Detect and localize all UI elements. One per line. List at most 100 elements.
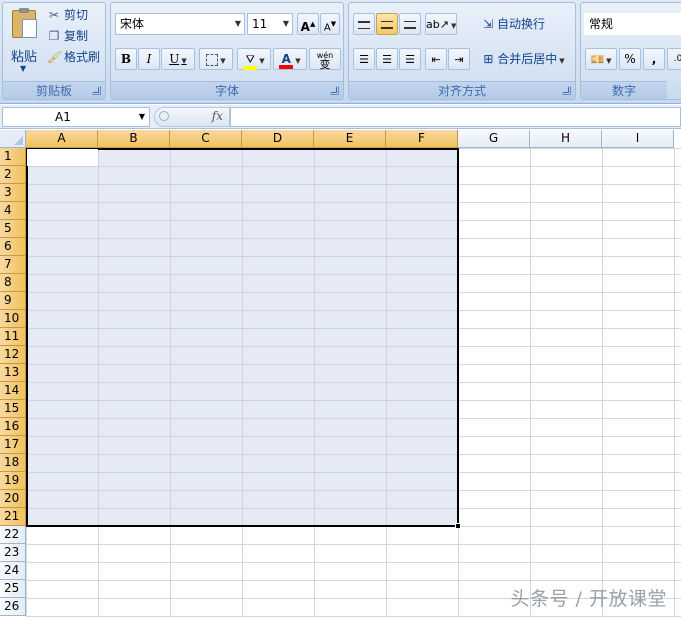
- column-header-b[interactable]: B: [98, 130, 170, 148]
- selected-range[interactable]: [26, 148, 459, 527]
- merge-center-button[interactable]: ⊞ 合并后居中 ▼: [477, 48, 571, 70]
- column-header-d[interactable]: D: [242, 130, 314, 148]
- italic-button[interactable]: I: [138, 48, 160, 70]
- column-header-f[interactable]: F: [386, 130, 458, 148]
- row-header-12[interactable]: 12: [0, 346, 26, 364]
- increase-indent-button[interactable]: ⇥: [448, 48, 470, 70]
- row-header-17[interactable]: 17: [0, 436, 26, 454]
- row-header-19[interactable]: 19: [0, 472, 26, 490]
- column-header-i[interactable]: I: [602, 130, 674, 148]
- name-box[interactable]: A1 ▼: [2, 107, 150, 127]
- row-header-6[interactable]: 6: [0, 238, 26, 256]
- row-header-21[interactable]: 21: [0, 508, 26, 526]
- row-header-20[interactable]: 20: [0, 490, 26, 508]
- chevron-down-icon[interactable]: ▼: [20, 64, 26, 73]
- underline-button[interactable]: U ▼: [161, 48, 195, 70]
- column-header-g[interactable]: G: [458, 130, 530, 148]
- number-group-label: 数字: [581, 81, 667, 99]
- border-button[interactable]: ▼: [199, 48, 233, 70]
- fill-handle[interactable]: [455, 523, 461, 529]
- row-header-1[interactable]: 1: [0, 148, 26, 166]
- insert-function-button[interactable]: fx: [212, 109, 223, 123]
- row-header-22[interactable]: 22: [0, 526, 26, 544]
- row-header-3[interactable]: 3: [0, 184, 26, 202]
- copy-button[interactable]: ❐ 复制: [47, 26, 88, 46]
- fill-color-button[interactable]: ⛛ ▼: [237, 48, 271, 70]
- formula-controls: fx: [154, 107, 230, 127]
- decrease-indent-button[interactable]: ⇤: [425, 48, 447, 70]
- format-painter-button[interactable]: 🖌 格式刷: [47, 47, 100, 67]
- grow-font-button[interactable]: A▲: [297, 13, 319, 35]
- align-left-button[interactable]: ☰: [353, 48, 375, 70]
- align-right-button[interactable]: ☰: [399, 48, 421, 70]
- chevron-down-icon[interactable]: ▼: [181, 57, 186, 65]
- percent-button[interactable]: %: [619, 48, 641, 70]
- top-align-button[interactable]: [353, 13, 375, 35]
- font-name-combo[interactable]: 宋体 ▼: [115, 13, 245, 35]
- row-header-14[interactable]: 14: [0, 382, 26, 400]
- row-header-26[interactable]: 26: [0, 598, 26, 616]
- circle-handle-icon[interactable]: [159, 111, 169, 121]
- name-box-value: A1: [55, 110, 71, 124]
- gridline-horizontal: [26, 580, 681, 581]
- chevron-down-icon[interactable]: ▼: [283, 14, 289, 34]
- middle-align-button[interactable]: [376, 13, 398, 35]
- bottom-align-button[interactable]: [399, 13, 421, 35]
- phonetic-icon: 变: [319, 58, 331, 71]
- underline-icon: U: [169, 52, 180, 66]
- formula-input[interactable]: [230, 107, 681, 127]
- chevron-down-icon[interactable]: ▼: [559, 57, 564, 65]
- row-header-5[interactable]: 5: [0, 220, 26, 238]
- cut-button[interactable]: ✂ 剪切: [47, 5, 88, 25]
- paste-icon: [12, 8, 37, 38]
- alignment-group-label: 对齐方式: [349, 81, 575, 99]
- row-header-4[interactable]: 4: [0, 202, 26, 220]
- row-header-7[interactable]: 7: [0, 256, 26, 274]
- row-header-8[interactable]: 8: [0, 274, 26, 292]
- chevron-down-icon[interactable]: ▼: [139, 108, 145, 126]
- chevron-down-icon[interactable]: ▼: [259, 57, 264, 65]
- comma-button[interactable]: ,: [643, 48, 665, 70]
- alignment-dialog-launcher-icon[interactable]: [562, 86, 571, 95]
- row-header-15[interactable]: 15: [0, 400, 26, 418]
- column-header-e[interactable]: E: [314, 130, 386, 148]
- row-header-16[interactable]: 16: [0, 418, 26, 436]
- font-color-icon: A: [279, 53, 294, 69]
- currency-button[interactable]: 💴 ▼: [585, 48, 617, 70]
- paste-button[interactable]: 粘贴 ▼: [6, 6, 42, 78]
- wrap-text-button[interactable]: ⇲ 自动换行: [477, 13, 551, 35]
- row-header-11[interactable]: 11: [0, 328, 26, 346]
- column-header-c[interactable]: C: [170, 130, 242, 148]
- font-group: 宋体 ▼ 11 ▼ A▲ A▼ B I U ▼ ▼ ⛛ ▼ A ▼ wén 变 …: [110, 2, 344, 100]
- bold-button[interactable]: B: [115, 48, 137, 70]
- row-header-25[interactable]: 25: [0, 580, 26, 598]
- align-bottom-icon: [404, 20, 416, 29]
- font-color-button[interactable]: A ▼: [273, 48, 307, 70]
- column-header-a[interactable]: A: [26, 130, 98, 148]
- row-header-18[interactable]: 18: [0, 454, 26, 472]
- number-format-combo[interactable]: 常规: [584, 13, 681, 35]
- row-header-2[interactable]: 2: [0, 166, 26, 184]
- orientation-button[interactable]: ab↗ ▼: [425, 13, 457, 35]
- row-header-23[interactable]: 23: [0, 544, 26, 562]
- wrap-text-label: 自动换行: [496, 17, 545, 31]
- clipboard-dialog-launcher-icon[interactable]: [92, 86, 101, 95]
- select-all-corner[interactable]: [0, 130, 26, 148]
- shrink-font-button[interactable]: A▼: [320, 13, 340, 35]
- chevron-down-icon[interactable]: ▼: [295, 57, 300, 65]
- align-center-button[interactable]: ☰: [376, 48, 398, 70]
- chevron-down-icon[interactable]: ▼: [220, 57, 225, 65]
- chevron-down-icon[interactable]: ▼: [451, 22, 456, 30]
- row-header-10[interactable]: 10: [0, 310, 26, 328]
- increase-decimal-button[interactable]: .0: [667, 48, 681, 70]
- row-header-13[interactable]: 13: [0, 364, 26, 382]
- font-size-combo[interactable]: 11 ▼: [247, 13, 293, 35]
- chevron-down-icon[interactable]: ▼: [606, 57, 611, 65]
- chevron-down-icon[interactable]: ▼: [235, 14, 241, 34]
- active-cell[interactable]: [27, 149, 98, 166]
- column-header-h[interactable]: H: [530, 130, 602, 148]
- phonetic-button[interactable]: wén 变: [309, 48, 341, 70]
- row-header-24[interactable]: 24: [0, 562, 26, 580]
- font-dialog-launcher-icon[interactable]: [330, 86, 339, 95]
- row-header-9[interactable]: 9: [0, 292, 26, 310]
